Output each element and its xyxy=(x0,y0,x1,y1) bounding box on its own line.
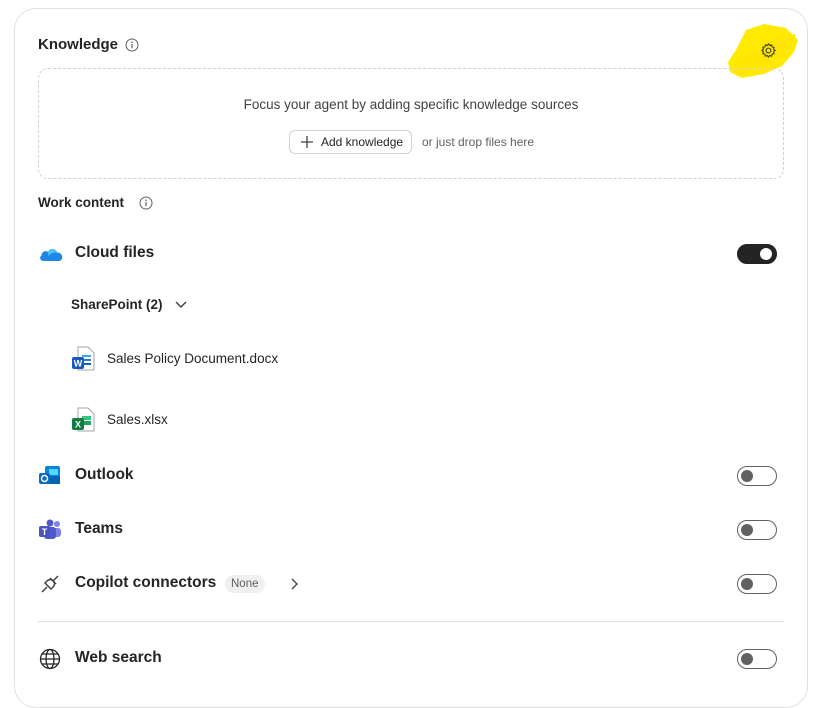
toggle-knob xyxy=(741,524,753,536)
toggle-knob xyxy=(741,470,753,482)
web-search-toggle[interactable] xyxy=(737,649,777,669)
teams-toggle[interactable] xyxy=(737,520,777,540)
cloud-files-toggle[interactable] xyxy=(737,244,777,264)
dropzone-alt-text: or just drop files here xyxy=(422,135,535,149)
copilot-connectors-label: Copilot connectors xyxy=(75,574,217,591)
knowledge-title-text: Knowledge xyxy=(38,36,119,53)
work-content-title: Work content xyxy=(38,195,125,210)
excel-file-icon: X xyxy=(72,407,95,432)
file-item-label: Sales.xlsx xyxy=(107,412,168,427)
globe-icon xyxy=(39,648,61,670)
gear-icon xyxy=(760,42,777,59)
info-icon[interactable] xyxy=(125,38,139,52)
knowledge-title: Knowledge xyxy=(38,36,118,53)
outlook-label: Outlook xyxy=(75,466,134,483)
cloud-files-label: Cloud files xyxy=(75,244,155,261)
section-divider xyxy=(38,621,784,622)
word-file-icon: W xyxy=(72,346,95,371)
toggle-knob xyxy=(760,248,772,260)
toggle-knob xyxy=(741,578,753,590)
file-item-label: Sales Policy Document.docx xyxy=(107,351,279,366)
toggle-knob xyxy=(741,653,753,665)
knowledge-dropzone[interactable]: Focus your agent by adding specific know… xyxy=(38,68,784,179)
plus-icon xyxy=(301,136,313,148)
add-knowledge-button[interactable]: Add knowledge xyxy=(289,130,413,154)
teams-icon: T xyxy=(39,519,61,539)
add-knowledge-label: Add knowledge xyxy=(321,135,404,149)
plug-connector-icon xyxy=(41,575,59,593)
connectors-status-badge: None xyxy=(225,575,265,593)
svg-text:T: T xyxy=(42,527,48,537)
svg-text:X: X xyxy=(75,420,81,430)
teams-label: Teams xyxy=(75,520,123,537)
svg-text:W: W xyxy=(74,359,83,369)
chevron-right-icon[interactable] xyxy=(288,577,300,591)
dropzone-prompt: Focus your agent by adding specific know… xyxy=(243,97,579,112)
sharepoint-label: SharePoint (2) xyxy=(71,297,163,312)
outlook-icon xyxy=(39,466,60,484)
web-search-label: Web search xyxy=(75,649,162,666)
onedrive-cloud-icon xyxy=(40,249,63,261)
outlook-toggle[interactable] xyxy=(737,466,777,486)
chevron-down-icon[interactable] xyxy=(174,299,188,311)
copilot-connectors-toggle[interactable] xyxy=(737,574,777,594)
info-icon[interactable] xyxy=(139,196,153,210)
